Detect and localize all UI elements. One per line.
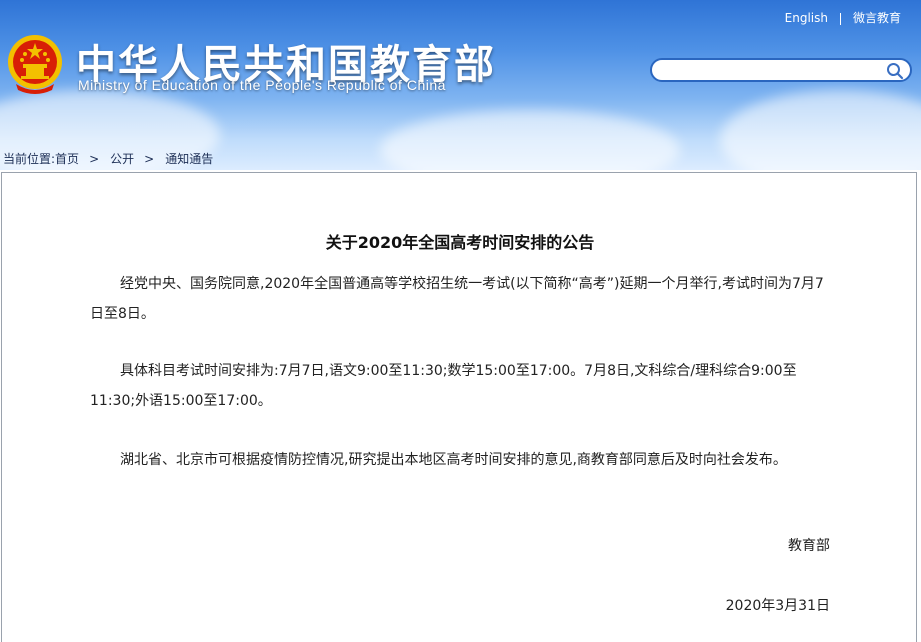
link-divider (839, 12, 841, 25)
site-header: 中华人民共和国教育部 Ministry of Education of the … (0, 0, 921, 170)
national-emblem-icon (8, 35, 62, 94)
cloud-decoration (380, 110, 680, 170)
search-input[interactable] (662, 62, 886, 80)
site-subtitle: Ministry of Education of the People's Re… (78, 77, 446, 93)
english-link[interactable]: English (785, 11, 828, 25)
search-box (650, 58, 912, 82)
search-icon[interactable] (886, 62, 904, 80)
article-signature: 教育部 (788, 538, 830, 554)
breadcrumb-public[interactable]: 公开 (110, 152, 134, 166)
breadcrumb-separator: > (144, 152, 155, 166)
breadcrumb-home[interactable]: 首页 (55, 152, 79, 166)
cloud-decoration (720, 90, 921, 170)
article-title: 关于2020年全国高考时间安排的公告 (325, 233, 595, 252)
breadcrumb-notices[interactable]: 通知通告 (165, 152, 213, 166)
breadcrumb-separator: > (89, 152, 100, 166)
weibo-link[interactable]: 微言教育 (853, 11, 901, 25)
article-date: 2020年3月31日 (725, 598, 830, 614)
article-paragraph: 湖北省、北京市可根据疫情防控情况,研究提出本地区高考时间安排的意见,商教育部同意… (120, 452, 787, 468)
breadcrumb-prefix: 当前位置: (3, 152, 56, 166)
breadcrumb: 当前位置:首页 > 公开 > 通知通告 (3, 150, 213, 167)
top-links: English 微言教育 (785, 9, 901, 26)
article-paragraph: 经党中央、国务院同意,2020年全国普通高等学校招生统一考试(以下简称“高考”)… (90, 276, 824, 322)
article-panel: 关于2020年全国高考时间安排的公告 经党中央、国务院同意,2020年全国普通高… (1, 172, 917, 642)
article-paragraph: 具体科目考试时间安排为:7月7日,语文9:00至11:30;数学15:00至17… (90, 363, 797, 409)
